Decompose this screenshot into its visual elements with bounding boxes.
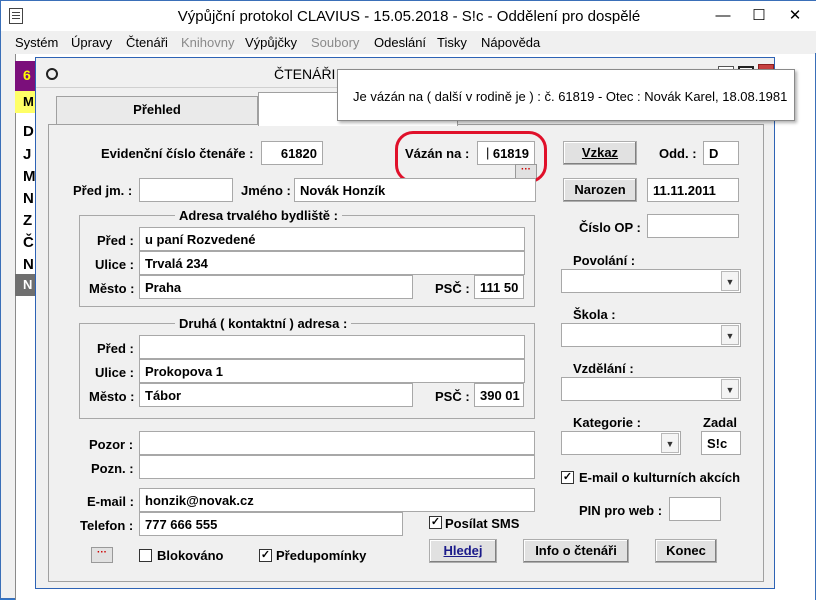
- menu-upravy[interactable]: Úpravy: [71, 35, 112, 50]
- attention-field[interactable]: [139, 431, 535, 455]
- note-label: Pozn. :: [91, 461, 134, 476]
- background-letter: D: [23, 123, 34, 140]
- vzkaz-button[interactable]: Vzkaz: [563, 141, 637, 165]
- background-letter: M: [23, 168, 36, 185]
- reader-number-label: Evidenční číslo čtenáře :: [101, 146, 254, 161]
- menu-odeslani[interactable]: Odeslání: [374, 35, 426, 50]
- main-titlebar[interactable]: Výpůjční protokol CLAVIUS - 15.05.2018 -…: [1, 1, 816, 31]
- address2-before-field[interactable]: [139, 335, 525, 359]
- address-permanent-title: Adresa trvalého bydliště :: [175, 208, 342, 223]
- background-letter: N: [23, 190, 34, 207]
- menu-knihovny[interactable]: Knihovny: [181, 35, 234, 50]
- close-button[interactable]: ✕: [779, 5, 811, 27]
- entered-by-field[interactable]: S!c: [701, 431, 741, 455]
- zip-label: PSČ :: [435, 281, 470, 296]
- sms-checkbox[interactable]: ✓: [429, 516, 442, 529]
- vzkaz-button-label: Vzkaz: [581, 145, 619, 160]
- end-button[interactable]: Konec: [655, 539, 717, 563]
- city-field[interactable]: Praha: [139, 275, 413, 299]
- education-select[interactable]: ▼: [561, 377, 741, 401]
- email-culture-checkbox[interactable]: ✓: [561, 471, 574, 484]
- reader-number-field[interactable]: 61820: [261, 141, 323, 165]
- zip2-field[interactable]: 390 01: [474, 383, 524, 407]
- background-letter: N: [23, 256, 34, 273]
- menu-napoveda[interactable]: Nápověda: [481, 35, 540, 50]
- name-label: Jméno :: [241, 183, 291, 198]
- address-before-field[interactable]: u paní Rozvedené: [139, 227, 525, 251]
- menu-system[interactable]: Systém: [15, 35, 58, 50]
- education-label: Vzdělání :: [573, 361, 634, 376]
- chevron-down-icon: ▼: [721, 325, 739, 345]
- highlight-annotation: [395, 131, 547, 183]
- tooltip: Je vázán na ( další v rodině je ) : č. 6…: [337, 69, 795, 121]
- minimize-button[interactable]: —: [707, 5, 739, 27]
- city-label: Město :: [89, 281, 135, 296]
- background-letter: Z: [23, 212, 33, 229]
- window-title: Výpůjční protokol CLAVIUS - 15.05.2018 -…: [177, 8, 641, 25]
- reader-info-button[interactable]: Info o čtenáři: [523, 539, 629, 563]
- sms-label: Posílat SMS: [445, 516, 520, 531]
- id-card-label: Číslo OP :: [579, 220, 641, 235]
- reminders-checkbox[interactable]: ✓: [259, 549, 272, 562]
- profession-label: Povolání :: [573, 253, 636, 268]
- note-field[interactable]: [139, 455, 535, 479]
- email-label: E-mail :: [87, 494, 134, 509]
- attention-label: Pozor :: [89, 437, 134, 452]
- tab-prehled[interactable]: Přehled: [56, 96, 258, 124]
- title-before-field[interactable]: [139, 178, 233, 202]
- born-field[interactable]: 11.11.2011: [647, 178, 739, 202]
- more-dots-button[interactable]: ···: [91, 547, 113, 563]
- search-button[interactable]: Hledej: [429, 539, 497, 563]
- entered-by-label: Zadal: [703, 415, 737, 430]
- pin-field[interactable]: [669, 497, 721, 521]
- zip2-label: PSČ :: [435, 389, 470, 404]
- address-before-label: Před :: [97, 233, 134, 248]
- menu-vypujcky[interactable]: Výpůjčky: [245, 35, 297, 50]
- chevron-down-icon: ▼: [721, 379, 739, 399]
- phone-label: Telefon :: [80, 518, 134, 533]
- address2-before-label: Před :: [97, 341, 134, 356]
- school-label: Škola :: [573, 307, 616, 322]
- street-label: Ulice :: [95, 257, 135, 272]
- reminders-label: Předupomínky: [276, 548, 367, 563]
- city2-field[interactable]: Tábor: [139, 383, 413, 407]
- street2-field[interactable]: Prokopova 1: [139, 359, 525, 383]
- blocked-label: Blokováno: [157, 548, 224, 563]
- born-button[interactable]: Narozen: [563, 178, 637, 202]
- category-select[interactable]: ▼: [561, 431, 681, 455]
- chevron-down-icon: ▼: [721, 271, 739, 291]
- menu-soubory[interactable]: Soubory: [311, 35, 359, 50]
- email-culture-label: E-mail o kulturních akcích: [579, 470, 741, 485]
- profession-select[interactable]: ▼: [561, 269, 741, 293]
- maximize-button[interactable]: ☐: [743, 5, 775, 27]
- title-before-label: Před jm. :: [73, 183, 133, 198]
- chevron-down-icon: ▼: [661, 433, 679, 453]
- address-contact-title: Druhá ( kontaktní ) adresa :: [175, 316, 352, 331]
- name-field[interactable]: Novák Honzík: [294, 178, 536, 202]
- menu-ctenari[interactable]: Čtenáři: [126, 35, 168, 50]
- background-letter: J: [23, 146, 32, 163]
- street-field[interactable]: Trvalá 234: [139, 251, 525, 275]
- menu-tisky[interactable]: Tisky: [437, 35, 467, 50]
- id-card-field[interactable]: [647, 214, 739, 238]
- dept-label: Odd. :: [659, 146, 697, 161]
- school-select[interactable]: ▼: [561, 323, 741, 347]
- city2-label: Město :: [89, 389, 135, 404]
- category-label: Kategorie :: [573, 415, 641, 430]
- main-window: Výpůjční protokol CLAVIUS - 15.05.2018 -…: [0, 0, 816, 600]
- dept-field[interactable]: D: [703, 141, 739, 165]
- blocked-checkbox[interactable]: [139, 549, 152, 562]
- dialog-title: ČTENÁŘI: [274, 66, 336, 82]
- pin-label: PIN pro web :: [579, 503, 663, 518]
- dialog-icon: [46, 68, 58, 80]
- zip-field[interactable]: 111 50: [474, 275, 524, 299]
- menubar: Systém Úpravy Čtenáři Knihovny Výpůjčky …: [1, 31, 816, 53]
- street2-label: Ulice :: [95, 365, 135, 380]
- background-letter: Č: [23, 234, 34, 251]
- search-button-label: Hledej: [443, 543, 483, 558]
- email-field[interactable]: honzik@novak.cz: [139, 488, 535, 512]
- phone-field[interactable]: 777 666 555: [139, 512, 403, 536]
